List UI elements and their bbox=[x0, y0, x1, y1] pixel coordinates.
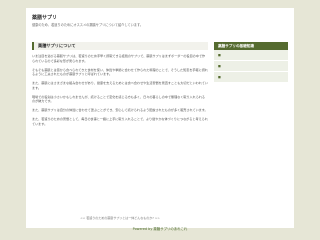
sidebar-title: 薬膳サプリの基礎知識 bbox=[214, 42, 288, 50]
more-link[interactable]: << 若返りのための薬膳サプリとは一体どんなものか? >> bbox=[32, 216, 208, 220]
sidebar-item[interactable]: ■ bbox=[214, 50, 288, 61]
entry-body: いま注目を浴びる薬膳サプリは、若返りのため手早く摂取できる話題のサプリで、薬膳サ… bbox=[32, 54, 208, 131]
entry-paragraph: いま注目を浴びる薬膳サプリは、若返りのため手早く摂取できる話題のサプリで、薬膳サ… bbox=[32, 54, 206, 63]
footer-credit[interactable]: Powered by 薬膳サプリのあれこれ bbox=[26, 226, 294, 231]
sidebar: 薬膳サプリの基礎知識 ■ ■ ■ bbox=[214, 42, 288, 83]
entry-paragraph: 現場での役割は小さいかもしれませんが、続けることで変化を感じる方も多く、日々の暮… bbox=[32, 94, 206, 104]
sidebar-item[interactable]: ■ bbox=[214, 72, 288, 83]
entry-paragraph: また、薬膳サプリは自分の体質に合わせて選ぶことができ、安心して続けられるよう配慮… bbox=[32, 108, 208, 113]
site-title[interactable]: 薬膳サプリ bbox=[32, 14, 57, 21]
page-container: 薬膳サプリ 健康のため、若返りのためにオススメの薬膳サプリについて紹介しています… bbox=[26, 8, 294, 228]
site-description: 健康のため、若返りのためにオススメの薬膳サプリについて紹介しています。 bbox=[32, 23, 144, 27]
entry-paragraph: また、若返りのための習慣として、毎日の食事と一緒に上手に取り入れることで、より健… bbox=[32, 117, 208, 126]
entry-paragraph: そもそも薬膳とは昔から食べられてきた食材を使い、体質や季節に合わせて作られた料理… bbox=[32, 67, 208, 77]
main-content: 薬膳サプリについて いま注目を浴びる薬膳サプリは、若返りのため手早く摂取できる話… bbox=[32, 42, 208, 220]
sidebar-item[interactable]: ■ bbox=[214, 61, 288, 72]
entry-paragraph: また、薬膳にはさまざまな組み合わせがあり、健康を支えるためには食べ合わせや生活習… bbox=[32, 81, 208, 90]
entry-title: 薬膳サプリについて bbox=[32, 42, 208, 50]
site-header: 薬膳サプリ 健康のため、若返りのためにオススメの薬膳サプリについて紹介しています… bbox=[32, 14, 288, 36]
